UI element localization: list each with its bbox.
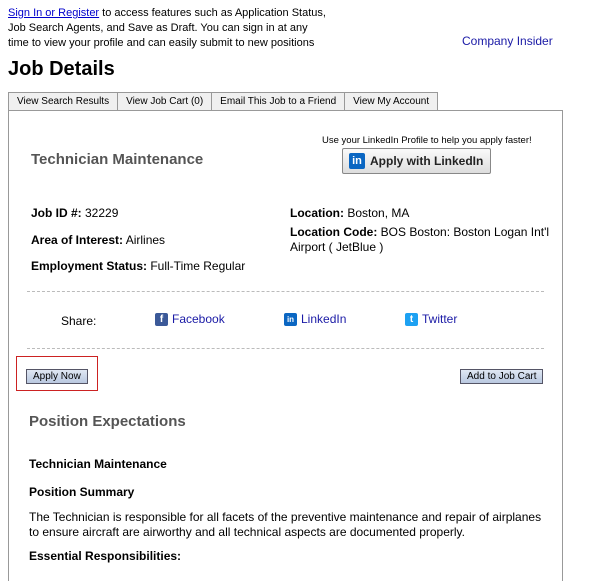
tab-view-search-results[interactable]: View Search Results [8, 92, 119, 111]
job-tabs: View Search Results View Job Cart (0) Em… [8, 92, 439, 111]
linkedin-share-icon: in [284, 312, 297, 326]
sign-in-notice: Sign In or Register to access features s… [8, 6, 328, 51]
position-summary-text: The Technician is responsible for all fa… [29, 510, 542, 539]
position-subtitle: Technician Maintenance [29, 457, 167, 471]
share-facebook-link[interactable]: f Facebook [155, 312, 225, 326]
share-linkedin-label: LinkedIn [301, 312, 347, 326]
location: Location: Boston, MA [290, 206, 409, 221]
linkedin-icon: in [349, 153, 365, 169]
job-id-label: Job ID #: [31, 206, 82, 220]
tab-view-job-cart[interactable]: View Job Cart (0) [117, 92, 213, 111]
tab-email-job-to-friend[interactable]: Email This Job to a Friend [211, 92, 346, 111]
twitter-icon: t [405, 312, 418, 326]
facebook-icon: f [155, 312, 168, 326]
employment-status: Employment Status: Full-Time Regular [31, 259, 245, 274]
location-code: Location Code: BOS Boston: Boston Logan … [290, 225, 550, 255]
sign-in-register-link[interactable]: Sign In or Register [8, 7, 99, 19]
location-label: Location: [290, 206, 344, 220]
area-of-interest-value: Airlines [123, 233, 166, 247]
employment-status-value: Full-Time Regular [147, 259, 246, 273]
company-insider-link[interactable]: Company Insider [462, 34, 553, 48]
location-code-label: Location Code: [290, 225, 378, 239]
share-facebook-label: Facebook [172, 312, 225, 326]
tab-view-my-account[interactable]: View My Account [344, 92, 439, 111]
area-of-interest-label: Area of Interest: [31, 233, 124, 247]
divider [27, 291, 544, 292]
area-of-interest: Area of Interest: Airlines [31, 233, 165, 248]
share-label: Share: [61, 314, 97, 328]
employment-status-label: Employment Status: [31, 259, 148, 273]
job-details-panel: Technician Maintenance Use your LinkedIn… [8, 110, 563, 581]
share-linkedin-link[interactable]: in LinkedIn [284, 312, 346, 326]
job-title: Technician Maintenance [31, 151, 204, 168]
linkedin-prompt: Use your LinkedIn Profile to help you ap… [322, 135, 532, 146]
essential-responsibilities-heading: Essential Responsibilities: [29, 549, 182, 563]
apply-with-linkedin-label: Apply with LinkedIn [370, 154, 484, 168]
share-twitter-link[interactable]: t Twitter [405, 312, 457, 326]
divider [27, 348, 544, 349]
position-summary-heading: Position Summary [29, 485, 135, 499]
position-expectations-heading: Position Expectations [29, 413, 186, 430]
job-id-value: 32229 [81, 206, 119, 220]
location-value: Boston, MA [344, 206, 410, 220]
page-title: Job Details [8, 58, 115, 80]
apply-now-button[interactable]: Apply Now [26, 369, 88, 384]
share-twitter-label: Twitter [422, 312, 458, 326]
apply-with-linkedin-button[interactable]: in Apply with LinkedIn [342, 148, 491, 174]
add-to-job-cart-button[interactable]: Add to Job Cart [460, 369, 544, 384]
job-id: Job ID #: 32229 [31, 206, 118, 221]
